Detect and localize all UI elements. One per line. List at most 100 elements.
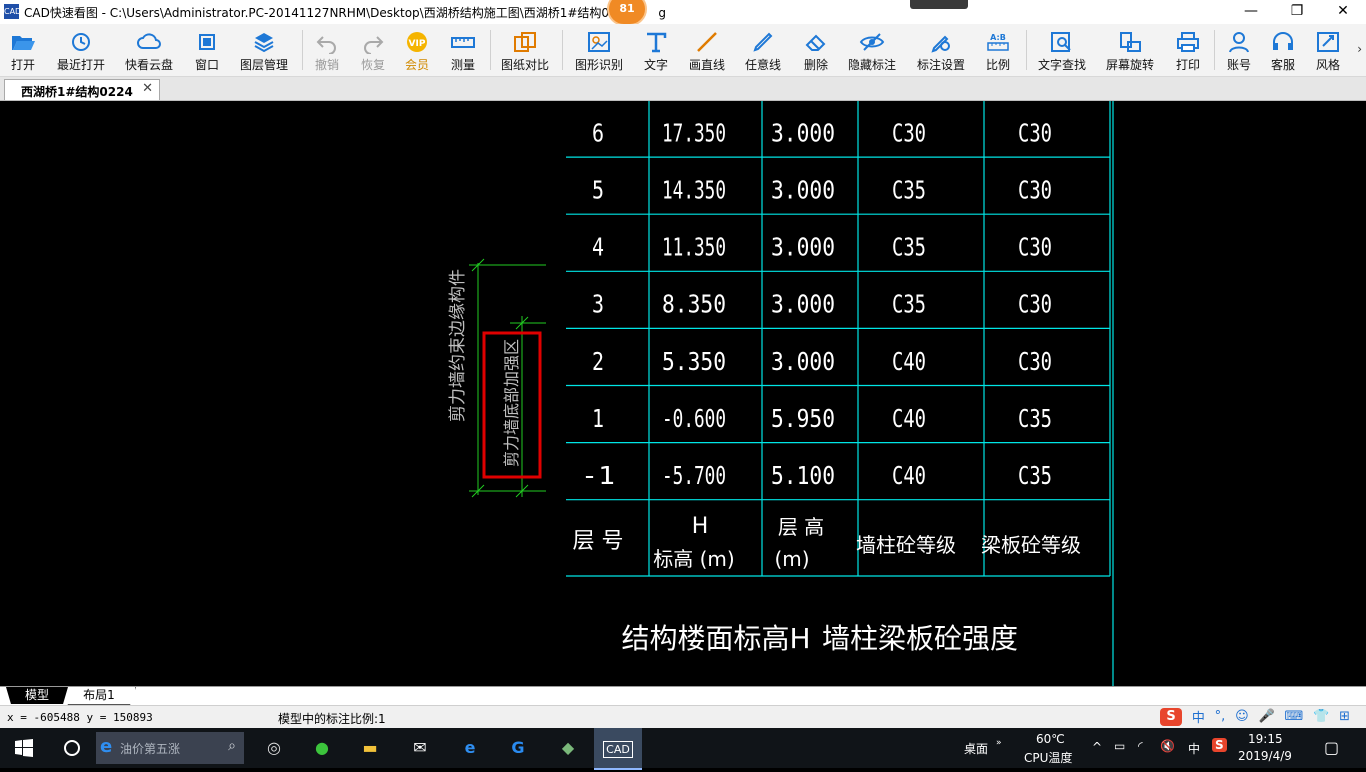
taskbar-app-swirl[interactable]: ◎ [250,728,298,768]
freehand-line-button[interactable]: 任意线 [740,26,786,74]
rotate-screen-button[interactable]: 屏幕旋转 [1102,26,1158,74]
annotation-settings-button[interactable]: 标注设置 [912,26,970,74]
document-tab[interactable]: 西湖桥1#结构0224 ✕ [4,79,160,100]
taskbar-app-360[interactable]: ● [298,728,346,768]
layer-manager-button[interactable]: 图层管理 [236,26,292,74]
maximize-button[interactable]: ❐ [1274,0,1320,24]
volume-muted-icon[interactable]: 🔇 [1160,739,1175,753]
redo-button[interactable]: 恢复 [354,26,392,74]
hide-annotation-button[interactable]: 隐藏标注 [844,26,900,74]
tab-layout1[interactable]: 布局1 [62,687,136,705]
tab-model[interactable]: 模型 [6,687,68,704]
minimize-button[interactable]: — [1228,0,1274,24]
ime-lang-icon[interactable]: 中 [1192,707,1205,726]
close-button[interactable]: ✕ [1320,0,1366,24]
folder-open-icon [12,36,35,50]
table-cells: 6 17.350 3.000 C30 C30 5 14.350 3.000 C35 C30 4 11.… [581,118,1052,490]
recent-open-button[interactable]: 最近打开 [52,26,110,74]
drawing-compare-button[interactable]: 图纸对比 [496,26,554,74]
compare-icon [514,32,536,52]
clock-date[interactable]: 2019/4/9 [1238,749,1292,763]
text-button[interactable]: 文字 [636,26,676,74]
text-search-button[interactable]: 文字查找 [1034,26,1090,74]
table-cell-floor: 5 [592,176,604,205]
taskbar-edge[interactable]: e [446,728,494,768]
cloud-icon [137,33,161,49]
ime-punct-icon[interactable]: °, [1215,709,1226,724]
floating-mini-bar[interactable] [910,0,968,9]
ime-voice-icon[interactable]: 🎤 [1259,709,1275,724]
open-button[interactable]: 打开 [4,26,42,74]
close-tab-icon[interactable]: ✕ [142,81,153,96]
rotate-screen-icon [1120,32,1141,52]
taskbar-app-g[interactable]: G [494,728,542,768]
network-icon[interactable]: ◜ [1138,739,1143,753]
svg-text:VIP: VIP [409,39,426,49]
header-height-b: (m) [774,547,809,571]
taskbar-cad-viewer[interactable]: CAD [594,728,642,770]
header-wall-grade: 墙柱砼等级 [856,533,956,557]
style-button[interactable]: 风格 [1308,26,1348,74]
delete-button[interactable]: 删除 [796,26,836,74]
sogou-tray-icon[interactable]: S [1212,738,1227,752]
taskbar-app-game[interactable]: ◆ [544,728,592,768]
table-cell-height: 3.000 [771,176,835,205]
sogou-ime-icon[interactable]: S [1160,707,1182,726]
clock-time[interactable]: 19:15 [1248,732,1283,746]
taskbar-search-box[interactable]: e 油价第五涨 ⌕ [96,732,244,764]
title-bar: CAD CAD快速看图 - C:\Users\Administrator.PC-… [0,0,1366,26]
scale-icon: A:B [987,33,1009,51]
search-placeholder: 油价第五涨 [120,742,181,756]
drawing-canvas[interactable]: 6 17.350 3.000 C30 C30 5 14.350 3.000 C35 C30 4 11.… [0,101,1366,686]
folder-icon: ▬ [362,738,378,757]
customer-service-button[interactable]: 客服 [1264,26,1302,74]
printer-icon [1177,32,1199,52]
start-button[interactable] [0,728,48,768]
taskbar-file-explorer[interactable]: ▬ [346,728,394,768]
measure-button[interactable]: 测量 [444,26,482,74]
table-cell-elev: 5.350 [662,347,726,376]
vip-icon: VIP [407,32,427,52]
table-cell-slab: C30 [1018,176,1052,205]
main-toolbar: 打开 最近打开 快看云盘 窗口 图层管理 撤销 恢复 VIP 会员 测量 图纸对… [0,24,1366,77]
shape-recognize-button[interactable]: 图形识别 [570,26,628,74]
vip-button[interactable]: VIP 会员 [398,26,436,74]
coordinate-readout: x = -605488 y = 150893 [7,711,153,724]
ime-toolbox-icon[interactable]: ⊞ [1339,709,1350,724]
account-icon [1229,32,1249,53]
side-label-inner: 剪力墙底部加强区 [502,339,521,467]
line-icon [697,32,717,52]
redo-icon [364,36,384,54]
account-button[interactable]: 账号 [1220,26,1258,74]
table-cell-elev: -0.600 [662,404,726,433]
input-language[interactable]: 中 [1188,740,1200,757]
tray-overflow-icon[interactable]: ^ [1092,740,1102,754]
print-button[interactable]: 打印 [1168,26,1208,74]
cloud-disk-button[interactable]: 快看云盘 [120,26,178,74]
desktop-chevron-icon[interactable]: » [996,738,1002,748]
cortana-button[interactable] [48,728,96,768]
eraser-icon [805,34,826,51]
action-center-icon[interactable]: ▢ [1324,738,1339,757]
desktop-toolbar-label[interactable]: 桌面 [964,740,988,757]
toolbar-more-icon[interactable]: › [1357,42,1362,56]
ime-emoji-icon[interactable]: ☺ [1235,709,1249,724]
table-cell-slab: C30 [1018,233,1052,262]
table-cell-elev: 14.350 [662,176,726,205]
headset-icon [1273,32,1293,50]
undo-button[interactable]: 撤销 [308,26,346,74]
table-cell-height: 3.000 [771,290,835,319]
ime-keyboard-icon[interactable]: ⌨ [1285,709,1304,724]
ime-toolbar[interactable]: S 中 °, ☺ 🎤 ⌨ 👕 ⊞ [1160,707,1356,727]
cortana-circle-icon [64,740,80,756]
notification-badge[interactable]: 81 [607,0,647,26]
table-grid [566,101,1111,577]
taskbar-mail[interactable]: ✉ [396,728,444,768]
draw-line-button[interactable]: 画直线 [684,26,730,74]
battery-icon[interactable]: ▭ [1114,739,1125,753]
scale-button[interactable]: A:B 比例 [978,26,1018,74]
ime-skin-icon[interactable]: 👕 [1313,709,1329,724]
document-tab-bar: 西湖桥1#结构0224 ✕ [0,77,1366,101]
window-button[interactable]: 窗口 [188,26,226,74]
search-icon: ⌕ [228,738,236,754]
